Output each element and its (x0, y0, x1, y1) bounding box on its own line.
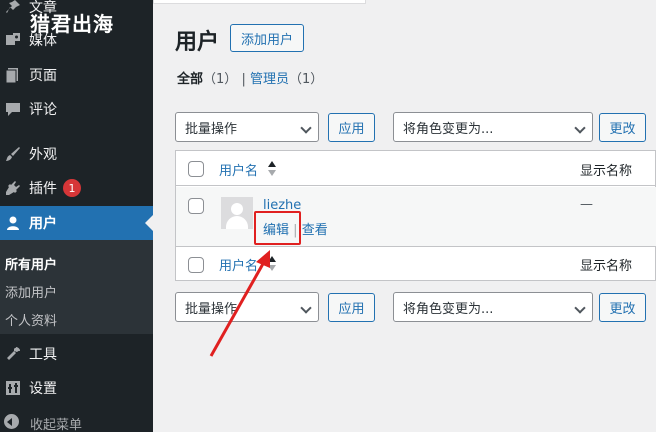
annotation-arrow-line (209, 261, 266, 357)
annotation-arrow (209, 250, 270, 357)
